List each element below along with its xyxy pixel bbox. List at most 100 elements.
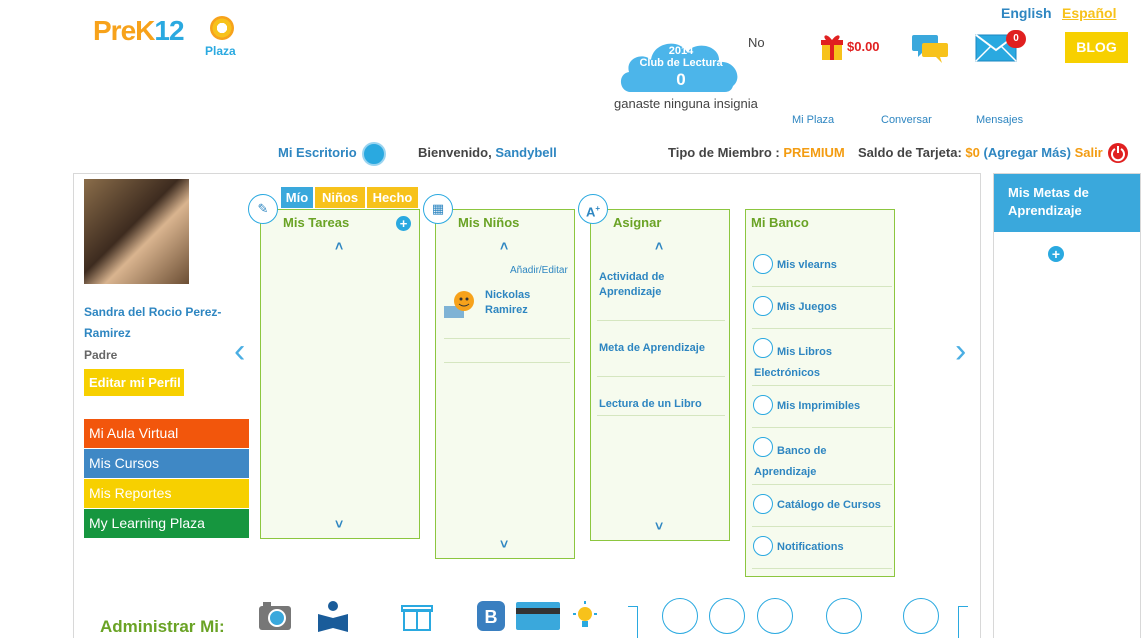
blocks-icon: ▦ bbox=[423, 194, 453, 224]
assign-title: Asignar bbox=[613, 215, 662, 230]
bank-catalog-link[interactable]: Catálogo de Cursos bbox=[777, 498, 881, 513]
grade-icon: A+ bbox=[578, 194, 608, 224]
tab-hecho[interactable]: Hecho bbox=[367, 187, 418, 208]
card-icon[interactable] bbox=[515, 600, 561, 632]
present-icon[interactable] bbox=[400, 600, 434, 632]
scroll-up-icon[interactable]: ˄ bbox=[655, 238, 663, 254]
language-spanish-link[interactable]: Español bbox=[1062, 5, 1116, 21]
club-year: 2014 bbox=[668, 45, 694, 57]
menu-mis-cursos[interactable]: Mis Cursos bbox=[84, 449, 249, 478]
divider bbox=[752, 427, 892, 428]
mi-escritorio-link[interactable]: Mi Escritorio bbox=[278, 145, 357, 160]
profile-name[interactable]: Sandra del Rocio Perez-Ramirez bbox=[84, 302, 234, 344]
learning-goals-panel: Mis Metas de Aprendizaje + bbox=[993, 173, 1141, 638]
sun-icon bbox=[210, 16, 234, 40]
bank-ebooks-link[interactable]: Mis Libros Electrónicos bbox=[754, 342, 874, 384]
tab-mio[interactable]: Mío bbox=[281, 187, 313, 208]
nav-mensajes[interactable]: Mensajes bbox=[976, 114, 1023, 126]
scroll-up-icon[interactable]: ˄ bbox=[500, 238, 508, 254]
menu-aula-virtual[interactable]: Mi Aula Virtual bbox=[84, 419, 249, 448]
gamepad-icon bbox=[753, 296, 773, 316]
assign-goal-link[interactable]: Meta de Aprendizaje bbox=[599, 341, 705, 356]
bulb-icon[interactable] bbox=[568, 600, 602, 632]
bank-learning-link[interactable]: Banco de Aprendizaje bbox=[754, 441, 864, 483]
divider bbox=[752, 328, 892, 329]
bank-title: Mi Banco bbox=[751, 215, 809, 230]
add-edit-kids-link[interactable]: Añadir/Editar bbox=[510, 263, 568, 278]
carousel-prev-icon[interactable]: ‹ bbox=[234, 332, 245, 371]
divider bbox=[752, 385, 892, 386]
tab-ninos[interactable]: Niños bbox=[315, 187, 365, 208]
printable-icon bbox=[753, 395, 773, 415]
reading-club-cloud[interactable]: 2014 Club de Lectura 0 bbox=[617, 30, 745, 94]
scroll-down-icon[interactable]: ˅ bbox=[500, 536, 508, 552]
assign-column: Asignar ˄ Actividad de Aprendizaje Meta … bbox=[590, 209, 730, 541]
blog-button[interactable]: BLOG bbox=[1065, 32, 1128, 63]
logo[interactable]: PreK12 Plaza bbox=[93, 14, 253, 64]
bank-notifications-link[interactable]: Notifications bbox=[777, 540, 844, 555]
gamepad-icon[interactable] bbox=[662, 598, 698, 634]
tasks-column: Mis Tareas + ˄ ˅ bbox=[260, 209, 420, 539]
bracket-left bbox=[628, 606, 638, 638]
tasks-title: Mis Tareas bbox=[283, 215, 350, 230]
bank-column: Mi Banco Mis vlearns Mis Juegos Mis Libr… bbox=[745, 209, 895, 577]
child-last-name[interactable]: Ramirez bbox=[485, 303, 528, 318]
logout-link[interactable]: Salir bbox=[1075, 145, 1103, 160]
edit-profile-button[interactable]: Editar mi Perfil bbox=[84, 369, 184, 396]
vlearn-icon[interactable] bbox=[709, 598, 745, 634]
menu-mis-reportes[interactable]: Mis Reportes bbox=[84, 479, 249, 508]
chat-icon[interactable] bbox=[912, 33, 948, 65]
menu-learning-plaza[interactable]: My Learning Plaza bbox=[84, 509, 249, 538]
member-value: PREMIUM bbox=[783, 145, 845, 160]
kids-title: Mis Niños bbox=[458, 215, 520, 230]
administrar-label: Administrar Mi: bbox=[100, 617, 225, 636]
club-count: 0 bbox=[676, 70, 686, 89]
scroll-down-icon[interactable]: ˅ bbox=[655, 518, 663, 534]
assign-book-link[interactable]: Lectura de un Libro bbox=[599, 397, 702, 412]
scroll-up-icon[interactable]: ˄ bbox=[335, 238, 343, 254]
divider bbox=[597, 415, 725, 416]
welcome: Bienvenido, Sandybell bbox=[418, 145, 557, 160]
add-goal-button[interactable]: + bbox=[1048, 246, 1064, 262]
bracket-right bbox=[958, 606, 968, 638]
bank-printables-link[interactable]: Mis Imprimibles bbox=[777, 399, 860, 414]
catalog-icon[interactable] bbox=[903, 598, 939, 634]
camera-icon[interactable] bbox=[258, 600, 292, 632]
add-task-button[interactable]: + bbox=[396, 216, 411, 231]
avatar bbox=[84, 179, 189, 284]
ebook-icon[interactable] bbox=[757, 598, 793, 634]
printable-icon[interactable] bbox=[826, 598, 862, 634]
language-english-link[interactable]: English bbox=[1001, 5, 1052, 21]
power-icon[interactable] bbox=[1108, 143, 1128, 163]
profile-role: Padre bbox=[84, 348, 118, 362]
assign-activity-link[interactable]: Actividad de Aprendizaje bbox=[599, 270, 699, 300]
member-label: Tipo de Miembro : bbox=[668, 145, 780, 160]
catalog-icon bbox=[753, 494, 773, 514]
bank-vlearns-link[interactable]: Mis vlearns bbox=[777, 258, 837, 273]
username-link[interactable]: Sandybell bbox=[495, 145, 556, 160]
blog-b-icon[interactable]: B bbox=[474, 600, 508, 632]
divider bbox=[597, 320, 725, 321]
welcome-label: Bienvenido, bbox=[418, 145, 492, 160]
vlearn-icon bbox=[753, 254, 773, 274]
svg-text:B: B bbox=[485, 607, 498, 627]
cart-amount[interactable]: $0.00 bbox=[847, 39, 880, 54]
mail-count-badge: 0 bbox=[1006, 30, 1026, 48]
child-avatar-icon bbox=[444, 290, 474, 320]
add-more-link[interactable]: (Agregar Más) bbox=[984, 145, 1071, 160]
bank-games-link[interactable]: Mis Juegos bbox=[777, 300, 837, 315]
divider bbox=[752, 526, 892, 527]
divider bbox=[444, 338, 570, 339]
nav-mi-plaza[interactable]: Mi Plaza bbox=[792, 114, 834, 126]
nav-conversar[interactable]: Conversar bbox=[881, 114, 932, 126]
carousel-next-icon[interactable]: › bbox=[955, 332, 966, 371]
divider bbox=[752, 568, 892, 569]
scroll-down-icon[interactable]: ˅ bbox=[335, 516, 343, 532]
reader-icon[interactable] bbox=[316, 600, 350, 632]
gift-icon[interactable] bbox=[820, 32, 844, 62]
pencil-icon: ✎ bbox=[248, 194, 278, 224]
logo-sub: Plaza bbox=[205, 44, 236, 58]
child-first-name[interactable]: Nickolas bbox=[485, 288, 530, 303]
card-balance: Saldo de Tarjeta: $0 (Agregar Más) Salir bbox=[858, 145, 1103, 160]
desk-icon[interactable] bbox=[362, 142, 386, 166]
